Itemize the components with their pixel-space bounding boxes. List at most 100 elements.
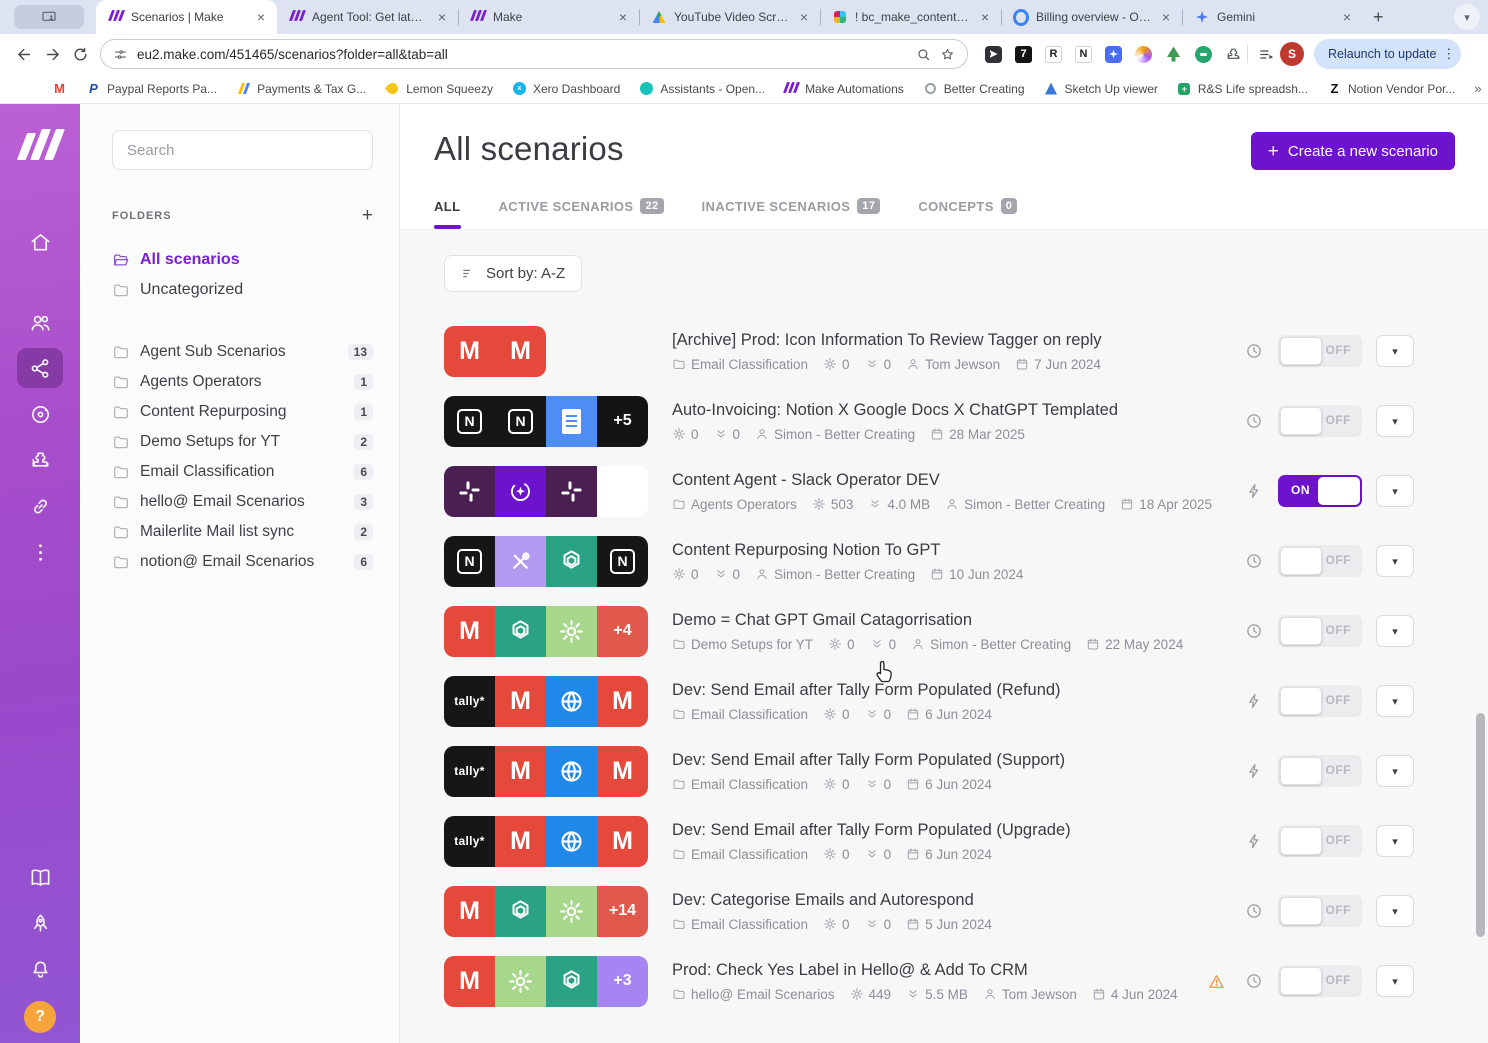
scenario-row[interactable]: M+14Dev: Categorise Emails and Autorespo… [444,885,1488,937]
site-settings-icon[interactable] [113,47,128,62]
blue-extension-icon[interactable] [1104,45,1123,64]
tree-extension-icon[interactable] [1164,45,1183,64]
scenario-title[interactable]: Auto-Invoicing: Notion X Google Docs X C… [672,401,1230,420]
scenario-row[interactable]: MM[Archive] Prod: Icon Information To Re… [444,325,1488,377]
scenario-title[interactable]: Dev: Send Email after Tally Form Populat… [672,751,1230,770]
row-menu-button[interactable]: ▾ [1376,825,1414,857]
tab-concepts[interactable]: CONCEPTS0 [918,198,1017,229]
new-tab-button[interactable]: + [1373,7,1384,28]
row-menu-button[interactable]: ▾ [1376,755,1414,787]
tab-search-chevron-icon[interactable]: ▾ [1454,4,1480,30]
sidebar-bell-icon[interactable] [17,949,63,989]
scenario-row[interactable]: tally*MMDev: Send Email after Tally Form… [444,675,1488,727]
forward-button[interactable] [38,40,66,68]
back-button[interactable] [10,40,38,68]
bookmark-item[interactable]: ZNotion Vendor Por... [1327,81,1455,96]
folder-item[interactable]: notion@ Email Scenarios6 [112,547,373,577]
scenario-toggle[interactable]: OFF [1278,895,1362,927]
seven-extension-icon[interactable]: 7 [1014,45,1033,64]
scenario-row[interactable]: tally*MMDev: Send Email after Tally Form… [444,815,1488,867]
url-text[interactable]: eu2.make.com/451465/scenarios?folder=all… [137,47,907,62]
scenario-toggle[interactable]: OFF [1278,335,1362,367]
browser-tab[interactable]: Scenarios | Make× [96,0,277,34]
bookmark-item[interactable]: Better Creating [923,81,1025,96]
close-icon[interactable]: × [253,9,269,25]
profile-avatar[interactable]: S [1280,42,1304,66]
puzzle-extension-icon[interactable] [1224,45,1243,64]
scenario-row[interactable]: NNContent Repurposing Notion To GPT00Sim… [444,535,1488,587]
row-menu-button[interactable]: ▾ [1376,685,1414,717]
folder-item[interactable]: Uncategorized [112,275,373,305]
row-menu-button[interactable]: ▾ [1376,895,1414,927]
sort-button[interactable]: Sort by: A-Z [444,255,582,292]
browser-tab[interactable]: Billing overview - OpenAI× [1001,0,1182,34]
scenario-toggle[interactable]: OFF [1278,545,1362,577]
search-input[interactable] [112,130,373,170]
screen-share-indicator-icon[interactable] [14,5,84,29]
help-button[interactable]: ? [24,1001,56,1033]
scenario-row[interactable]: NN+5Auto-Invoicing: Notion X Google Docs… [444,395,1488,447]
folder-item[interactable]: Mailerlite Mail list sync2 [112,517,373,547]
row-menu-button[interactable]: ▾ [1376,965,1414,997]
scenario-title[interactable]: Dev: Send Email after Tally Form Populat… [672,821,1230,840]
relaunch-button[interactable]: Relaunch to update ⋮ [1314,39,1461,69]
scenario-toggle[interactable]: OFF [1278,755,1362,787]
reading-list-icon[interactable] [1252,40,1280,68]
browser-tab[interactable]: Make× [458,0,639,34]
bookmark-item[interactable]: M [52,81,67,96]
scenario-title[interactable]: [Archive] Prod: Icon Information To Revi… [672,331,1230,350]
notion-extension-icon[interactable]: N [1074,45,1093,64]
row-menu-button[interactable]: ▾ [1376,475,1414,507]
tab-active-scenarios[interactable]: ACTIVE SCENARIOS22 [498,198,663,229]
close-icon[interactable]: × [434,9,450,25]
scenario-title[interactable]: Content Repurposing Notion To GPT [672,541,1230,560]
folder-item[interactable]: Agent Sub Scenarios13 [112,337,373,367]
scenario-row[interactable]: Content Agent - Slack Operator DEVAgents… [444,465,1488,517]
bookmark-item[interactable]: Sketch Up viewer [1044,81,1158,96]
scenario-title[interactable]: Dev: Send Email after Tally Form Populat… [672,681,1230,700]
r-extension-icon[interactable]: R [1044,45,1063,64]
add-folder-button[interactable]: + [362,206,373,225]
swirl-extension-icon[interactable] [1134,45,1153,64]
browser-menu-icon[interactable]: ⋮ [1442,46,1455,62]
close-icon[interactable]: × [1158,9,1174,25]
scrollbar-thumb[interactable] [1476,713,1485,937]
scenario-title[interactable]: Prod: Check Yes Label in Hello@ & Add To… [672,961,1194,980]
browser-tab[interactable]: ! bc_make_content_agent× [820,0,1001,34]
folder-item[interactable]: All scenarios [112,245,373,275]
close-icon[interactable]: × [615,9,631,25]
make-logo[interactable] [19,124,61,160]
sidebar-item-users-icon[interactable] [17,302,63,342]
bookmark-item[interactable]: xXero Dashboard [512,81,620,96]
green-extension-icon[interactable] [1194,45,1213,64]
bookmark-star-icon[interactable] [940,47,955,62]
folder-item[interactable]: hello@ Email Scenarios3 [112,487,373,517]
search-icon[interactable] [916,47,931,62]
sidebar-book-icon[interactable] [17,857,63,897]
bookmark-item[interactable]: Payments & Tax G... [236,81,366,96]
sidebar-item-puzzle-icon[interactable] [17,440,63,480]
scenario-toggle[interactable]: OFF [1278,965,1362,997]
sidebar-item-dots-icon[interactable] [17,532,63,572]
browser-tab[interactable]: Agent Tool: Get latest Vide× [277,0,458,34]
sidebar-item-home-icon[interactable] [17,222,63,262]
bookmark-item[interactable]: +R&S Life spreadsh... [1177,81,1308,96]
row-menu-button[interactable]: ▾ [1376,335,1414,367]
scenario-toggle[interactable]: OFF [1278,685,1362,717]
scenario-row[interactable]: M+3Prod: Check Yes Label in Hello@ & Add… [444,955,1488,1007]
bookmark-item[interactable]: Make Automations [784,81,904,96]
scenario-row[interactable]: M+4Demo = Chat GPT Gmail Catagorrisation… [444,605,1488,657]
folder-item[interactable]: Content Repurposing1 [112,397,373,427]
tab-all[interactable]: ALL [434,198,460,229]
browser-tab[interactable]: Gemini× [1182,0,1363,34]
sidebar-item-share-icon[interactable] [17,348,63,388]
bookmarks-overflow-icon[interactable]: » [1474,81,1481,96]
scenario-toggle[interactable]: ON [1278,475,1362,507]
sidebar-item-link-icon[interactable] [17,486,63,526]
send-extension-icon[interactable] [984,45,1003,64]
bookmark-item[interactable]: Lemon Squeezy [385,81,493,96]
sidebar-item-compass-icon[interactable] [17,394,63,434]
tab-inactive-scenarios[interactable]: INACTIVE SCENARIOS17 [702,198,881,229]
scenario-title[interactable]: Dev: Categorise Emails and Autorespond [672,891,1230,910]
scenario-row[interactable]: tally*MMDev: Send Email after Tally Form… [444,745,1488,797]
